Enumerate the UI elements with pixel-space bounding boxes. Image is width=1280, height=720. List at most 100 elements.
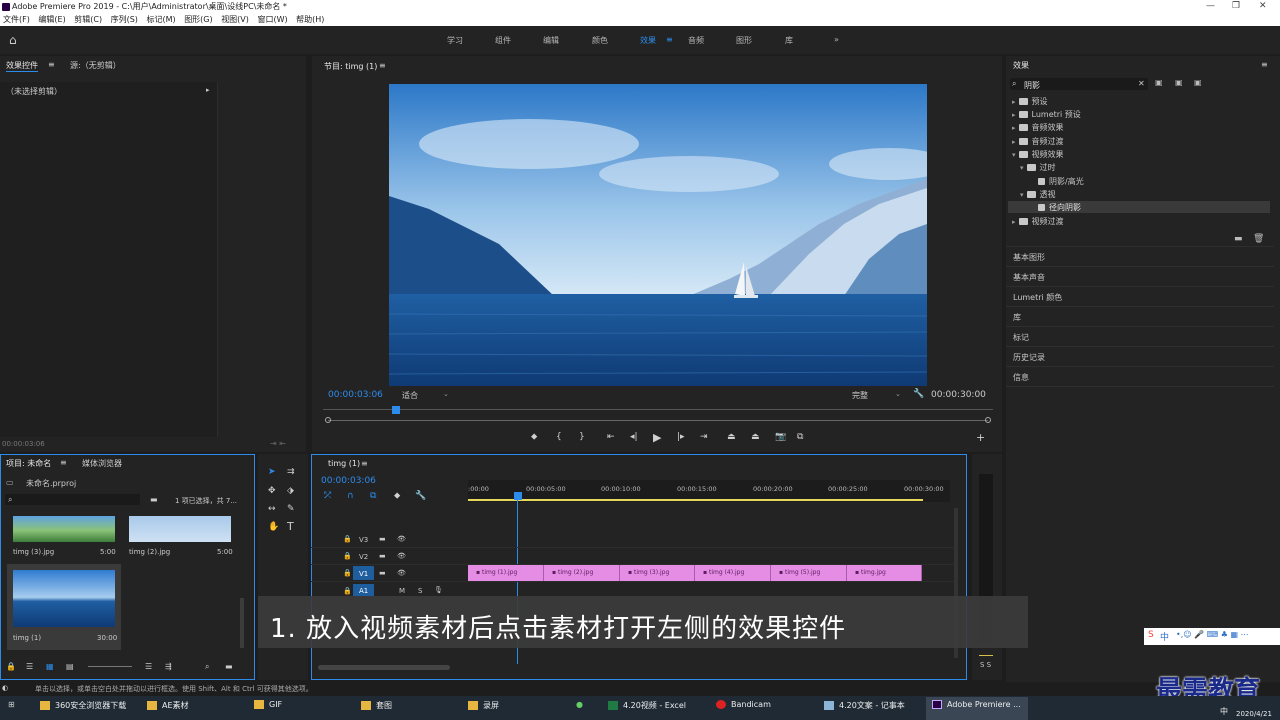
program-menu-icon[interactable]: ≡ [379, 61, 386, 70]
menu-markers[interactable]: 标记(M) [146, 15, 175, 24]
expand-arrow-icon[interactable]: ▸ [1012, 98, 1016, 106]
effects-tree-item[interactable]: ▾ 视频效果 [1012, 149, 1064, 160]
menu-sequence[interactable]: 序列(S) [111, 15, 138, 24]
track-eye-icon[interactable]: 👁 [397, 569, 406, 577]
timeline-timecode[interactable]: 00:00:03:06 [321, 476, 376, 486]
go-to-out-icon[interactable]: ⇥ [700, 432, 708, 442]
fit-dropdown[interactable]: 适合 [402, 390, 418, 401]
pen-tool-icon[interactable]: ✎ [287, 504, 295, 514]
play-button[interactable]: ▶ [653, 431, 661, 444]
timeline-clip[interactable]: ▪ timg (4).jpg [695, 565, 771, 581]
effects-tree-item[interactable]: ▸ 音频过渡 [1012, 136, 1064, 147]
add-marker-icon[interactable]: ⬥ [394, 491, 400, 501]
libraries-section[interactable]: 库 [1013, 312, 1021, 323]
timeline-playhead-handle[interactable] [514, 492, 522, 500]
track-output-icon[interactable]: ▬ [379, 535, 386, 543]
expand-arrow-icon[interactable]: ▸ [1012, 138, 1016, 146]
fit-dropdown-chevron-icon[interactable]: ⌄ [443, 390, 449, 398]
effect-controls-menu-icon[interactable]: ≡ [48, 60, 55, 69]
menu-edit[interactable]: 编辑(E) [38, 15, 65, 24]
start-button[interactable]: ⊞ [8, 700, 15, 709]
export-frame-camera-icon[interactable]: 📷 [775, 432, 786, 442]
menu-clip[interactable]: 剪辑(C) [74, 15, 102, 24]
effects-tree-item[interactable]: ▸ Lumetri 预设 [1012, 109, 1081, 120]
clear-search-icon[interactable]: ✕ [1138, 79, 1145, 88]
mark-out-icon[interactable]: } [579, 432, 585, 442]
track-label-v3[interactable]: V3 [359, 536, 368, 544]
quality-dropdown-chevron-icon[interactable]: ⌄ [895, 390, 901, 398]
timeline-clip[interactable]: ▪ timg.jpg [847, 565, 922, 581]
solo-track-s-icon[interactable]: S [418, 587, 422, 595]
linked-selection-icon[interactable]: ⧉ [370, 491, 376, 501]
expand-arrow-icon[interactable]: ▸ [1012, 218, 1016, 226]
track-eye-icon[interactable]: 👁 [397, 535, 406, 543]
effects-tree-item[interactable]: ▾ 透视 [1020, 189, 1056, 200]
menu-window[interactable]: 窗口(W) [257, 15, 287, 24]
selection-tool-icon[interactable]: ➤ [268, 467, 276, 477]
lumetri-color-section[interactable]: Lumetri 颜色 [1013, 292, 1062, 303]
expand-arrow-icon[interactable]: ▸ [1012, 111, 1016, 119]
track-label-v1[interactable]: V1 [359, 570, 368, 578]
workspace-effects[interactable]: 效果 [640, 35, 656, 46]
timeline-clip[interactable]: ▪ timg (5).jpg [771, 565, 847, 581]
program-timecode[interactable]: 00:00:03:06 [328, 390, 383, 400]
timeline-horizontal-scrollbar[interactable] [318, 665, 450, 670]
effects-tree-item[interactable]: 阴影/高光 [1038, 176, 1084, 187]
list-view-icon[interactable]: ☰ [26, 662, 33, 671]
button-editor-plus-icon[interactable]: + [976, 431, 985, 444]
program-zoom-bar[interactable] [328, 420, 988, 421]
workspace-graphics[interactable]: 图形 [736, 35, 752, 46]
project-menu-icon[interactable]: ≡ [60, 458, 67, 467]
track-lock-icon[interactable]: 🔒 [343, 569, 352, 577]
effects-tree-item-selected[interactable]: 径向阴影 [1038, 202, 1081, 213]
history-section[interactable]: 历史记录 [1013, 352, 1045, 363]
chrome-browser-icon[interactable]: ● [576, 700, 583, 709]
minimize-button[interactable]: — [1206, 0, 1215, 13]
ripple-edit-tool-icon[interactable]: ✥ [268, 486, 276, 496]
taskbar-item[interactable]: 4.20文案 - 记事本 [824, 700, 905, 711]
project-tab[interactable]: 项目: 未命名 [6, 458, 51, 469]
hand-tool-icon[interactable]: ✋ [268, 522, 279, 532]
program-tab[interactable]: 节目: timg (1) [324, 61, 377, 72]
menu-help[interactable]: 帮助(H) [296, 15, 324, 24]
taskbar-item-active[interactable]: Adobe Premiere ... [932, 700, 1021, 709]
snap-magnet-icon[interactable]: ∩ [347, 491, 354, 501]
ime-tool-icons[interactable]: •,☺ 🎤 ⌨ ♣ ▦ ⋯ [1176, 630, 1249, 639]
sort-icon[interactable]: ☰ [145, 662, 152, 671]
effects-panel-title[interactable]: 效果 [1013, 60, 1029, 71]
collapse-arrow-icon[interactable]: ▾ [1020, 191, 1024, 199]
track-lock-icon[interactable]: 🔒 [343, 587, 352, 595]
effects-panel-menu-icon[interactable]: ≡ [1261, 60, 1268, 69]
add-marker-icon[interactable]: ⬥ [531, 432, 537, 442]
workspace-color[interactable]: 颜色 [592, 35, 608, 46]
workspace-learn[interactable]: 学习 [447, 35, 463, 46]
taskbar-item[interactable]: Bandicam [716, 700, 771, 709]
go-to-in-icon[interactable]: ⇤ [607, 432, 615, 442]
delete-icon[interactable]: 🗑 [1253, 234, 1264, 244]
track-label-a1[interactable]: A1 [359, 587, 368, 595]
lock-icon[interactable]: 🔒 [6, 662, 16, 671]
automate-sequence-icon[interactable]: ⇶ [165, 662, 172, 671]
essential-graphics-section[interactable]: 基本图形 [1013, 252, 1045, 263]
icon-view-icon[interactable]: ▦ [46, 662, 54, 671]
timeline-clip[interactable]: ▪ timg (1).jpg [468, 565, 544, 581]
effects-tree-item[interactable]: ▸ 音频效果 [1012, 122, 1064, 133]
timeline-clip[interactable]: ▪ timg (2).jpg [544, 565, 620, 581]
mute-track-m-icon[interactable]: M [399, 587, 405, 595]
taskbar-item[interactable]: 录屏 [468, 700, 499, 711]
menu-view[interactable]: 视图(V) [221, 15, 249, 24]
quality-dropdown[interactable]: 完整 [852, 390, 868, 401]
track-lock-icon[interactable]: 🔒 [343, 552, 352, 560]
new-bin-folder-icon[interactable]: ▬ [1234, 234, 1243, 244]
workspace-audio[interactable]: 音频 [688, 35, 704, 46]
ime-mode-label[interactable]: 中 [1160, 630, 1169, 643]
workspace-menu-icon[interactable]: ≡ [666, 35, 673, 44]
taskbar-item[interactable]: 4.20视频 - Excel [608, 700, 686, 711]
settings-wrench-icon[interactable]: 🔧 [913, 389, 924, 399]
program-scrub-ruler[interactable] [323, 409, 993, 410]
new-bin-icon[interactable]: ▬ [225, 662, 233, 671]
more-workspaces-icon[interactable]: » [834, 35, 839, 44]
effects-search-input[interactable]: 阴影 [1024, 80, 1040, 91]
expand-arrow-icon[interactable]: ▸ [206, 86, 210, 94]
close-button[interactable]: ✕ [1259, 0, 1267, 13]
